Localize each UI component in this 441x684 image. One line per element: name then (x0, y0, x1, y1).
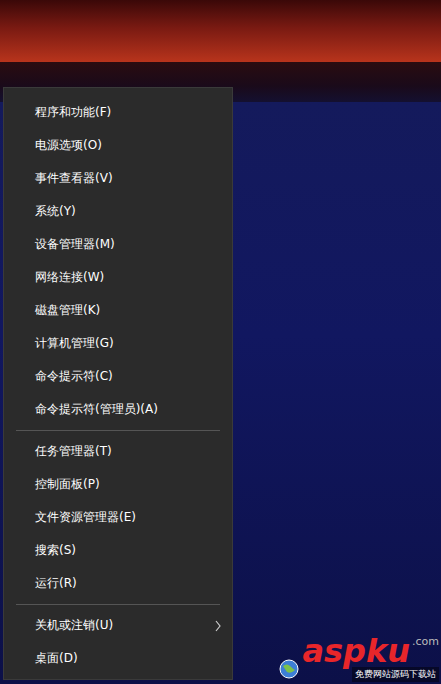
menu-item[interactable]: 系统(Y) (4, 195, 232, 228)
menu-item-label: 系统(Y) (35, 203, 76, 220)
menu-separator (16, 430, 220, 431)
menu-item[interactable]: 运行(R) (4, 567, 232, 600)
menu-separator (16, 604, 220, 605)
menu-item[interactable]: 关机或注销(U) (4, 609, 232, 642)
menu-item[interactable]: 磁盘管理(K) (4, 294, 232, 327)
watermark-tagline: 免费网站源码下载站 (352, 667, 439, 682)
menu-item[interactable]: 事件查看器(V) (4, 162, 232, 195)
watermark-logo-row: aspku.com (302, 635, 439, 667)
menu-item[interactable]: 搜索(S) (4, 534, 232, 567)
menu-item[interactable]: 控制面板(P) (4, 468, 232, 501)
menu-item-label: 桌面(D) (35, 650, 78, 667)
watermark-suffix: .com (412, 635, 439, 648)
menu-item-label: 任务管理器(T) (35, 443, 112, 460)
menu-item[interactable]: 任务管理器(T) (4, 435, 232, 468)
watermark: aspku.com免费网站源码下载站 (278, 635, 439, 682)
menu-item-label: 电源选项(O) (35, 137, 102, 154)
menu-item-label: 搜索(S) (35, 542, 76, 559)
watermark-logo: aspku (302, 635, 410, 667)
menu-item[interactable]: 电源选项(O) (4, 129, 232, 162)
menu-item-label: 磁盘管理(K) (35, 302, 100, 319)
menu-item-label: 关机或注销(U) (35, 617, 113, 634)
menu-item[interactable]: 计算机管理(G) (4, 327, 232, 360)
menu-item-label: 计算机管理(G) (35, 335, 114, 352)
menu-item[interactable]: 设备管理器(M) (4, 228, 232, 261)
menu-item[interactable]: 程序和功能(F) (4, 96, 232, 129)
chevron-right-icon (214, 620, 222, 632)
menu-item[interactable]: 桌面(D) (4, 642, 232, 675)
menu-item[interactable]: 命令提示符(管理员)(A) (4, 393, 232, 426)
menu-item-label: 网络连接(W) (35, 269, 104, 286)
menu-item[interactable]: 命令提示符(C) (4, 360, 232, 393)
menu-item-label: 程序和功能(F) (35, 104, 111, 121)
menu-item[interactable]: 文件资源管理器(E) (4, 501, 232, 534)
menu-item-label: 命令提示符(管理员)(A) (35, 401, 158, 418)
menu-item[interactable]: 网络连接(W) (4, 261, 232, 294)
menu-item-label: 控制面板(P) (35, 476, 100, 493)
watermark-text: aspku.com免费网站源码下载站 (302, 635, 439, 682)
globe-icon (278, 658, 300, 680)
menu-item-label: 运行(R) (35, 575, 77, 592)
menu-item-label: 事件查看器(V) (35, 170, 113, 187)
menu-item-label: 命令提示符(C) (35, 368, 113, 385)
menu-item-label: 文件资源管理器(E) (35, 509, 136, 526)
context-menu: 程序和功能(F) 电源选项(O) 事件查看器(V) 系统(Y) 设备管理器(M) 网络连接… (3, 87, 233, 680)
menu-item-label: 设备管理器(M) (35, 236, 115, 253)
